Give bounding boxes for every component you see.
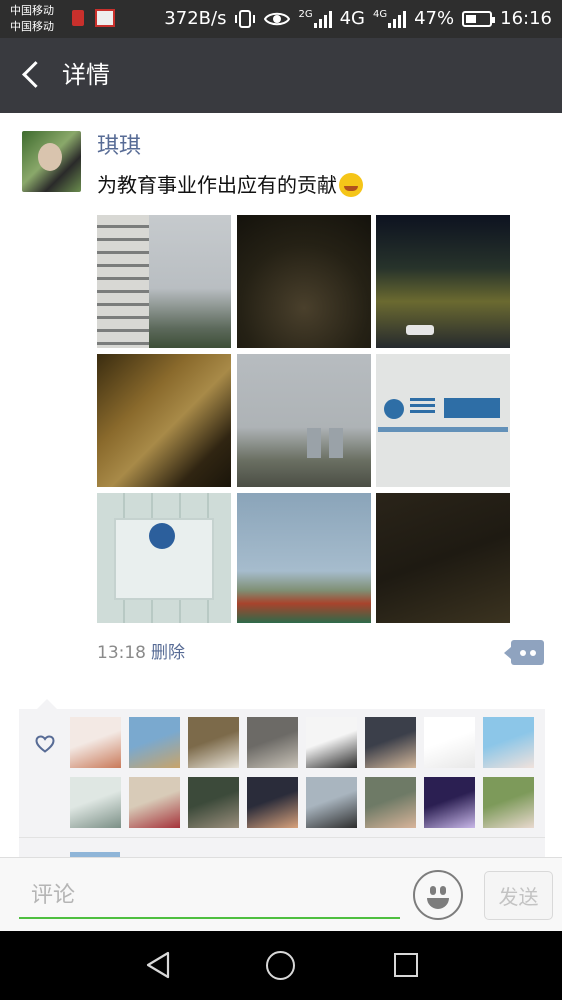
post-text: 为教育事业作出应有的贡献 <box>97 173 337 197</box>
carrier-names: 中国移动 中国移动 <box>10 3 54 35</box>
liker-avatar[interactable] <box>247 777 298 828</box>
send-button[interactable]: 发送 <box>484 871 553 920</box>
photo-2[interactable] <box>237 215 371 348</box>
liker-avatar[interactable] <box>424 777 475 828</box>
heart-icon <box>35 735 55 753</box>
photo-5[interactable] <box>237 354 371 487</box>
liker-avatar[interactable] <box>306 777 357 828</box>
sign-text-block <box>410 398 435 416</box>
status-right: 372B/s 2G 4G 4G 47% 16:16 <box>164 6 552 32</box>
author-avatar[interactable] <box>22 131 81 192</box>
liker-avatar[interactable] <box>70 777 121 828</box>
liker-avatar[interactable] <box>483 717 534 768</box>
signal-icon-2 <box>388 10 407 28</box>
network-speed: 372B/s <box>164 8 227 29</box>
comment-input[interactable] <box>19 873 400 919</box>
author-name[interactable]: 琪琪 <box>97 132 141 162</box>
more-actions-button[interactable] <box>504 640 544 665</box>
system-nav-bar <box>0 931 562 1000</box>
photo-3[interactable] <box>376 215 510 348</box>
nav-home-icon[interactable] <box>266 951 295 980</box>
liker-avatar[interactable] <box>129 717 180 768</box>
title-bar: 详情 <box>0 38 562 113</box>
vibrate-icon <box>235 10 256 28</box>
photo-grid <box>97 215 510 623</box>
comment-bar: 发送 <box>0 857 562 931</box>
liker-avatar[interactable] <box>70 717 121 768</box>
laughing-crying-emoji-icon <box>339 173 363 197</box>
network-type-a: 2G <box>298 9 313 20</box>
carrier-2: 中国移动 <box>10 20 54 33</box>
sign-title-block <box>444 398 500 418</box>
photo-8[interactable] <box>237 493 371 623</box>
status-bar: 中国移动 中国移动 372B/s 2G 4G 4G 47% 16:16 <box>0 0 562 38</box>
clock: 16:16 <box>500 8 552 29</box>
battery-icon <box>462 11 496 27</box>
liker-avatar[interactable] <box>306 717 357 768</box>
liker-avatar[interactable] <box>424 717 475 768</box>
likes-panel <box>19 699 545 837</box>
liker-avatar[interactable] <box>365 777 416 828</box>
photo-4[interactable] <box>97 354 231 487</box>
liker-avatar[interactable] <box>129 777 180 828</box>
sign-logo-icon <box>384 399 404 419</box>
liker-avatar[interactable] <box>483 777 534 828</box>
carrier-1: 中国移动 <box>10 4 54 17</box>
nav-back-icon[interactable] <box>144 950 172 980</box>
photo-9[interactable] <box>376 493 510 623</box>
signal-icon <box>313 10 332 28</box>
eye-icon <box>264 12 291 26</box>
page-title: 详情 <box>62 61 110 89</box>
photo-7[interactable] <box>97 493 231 623</box>
back-arrow-icon[interactable] <box>20 62 42 88</box>
battery-fill <box>466 15 477 23</box>
battery-percent: 47% <box>414 8 455 29</box>
smiley-icon[interactable] <box>413 870 463 920</box>
post-text-row: 为教育事业作出应有的贡献 <box>97 170 363 200</box>
photo-1[interactable] <box>97 215 231 348</box>
nav-recent-icon[interactable] <box>394 953 418 977</box>
sign-subtitle-line <box>378 427 508 432</box>
liker-avatar[interactable] <box>247 717 298 768</box>
notification-news-icon <box>95 9 115 27</box>
post-time: 13:18 <box>97 643 146 663</box>
delete-link[interactable]: 删除 <box>151 641 185 665</box>
network-type-c: 4G <box>372 9 388 20</box>
notification-app-icon <box>72 10 84 26</box>
liker-avatar[interactable] <box>365 717 416 768</box>
liker-avatar[interactable] <box>188 717 239 768</box>
photo-6[interactable] <box>376 354 510 487</box>
liker-avatar[interactable] <box>188 777 239 828</box>
network-type-b: 4G <box>339 8 365 29</box>
